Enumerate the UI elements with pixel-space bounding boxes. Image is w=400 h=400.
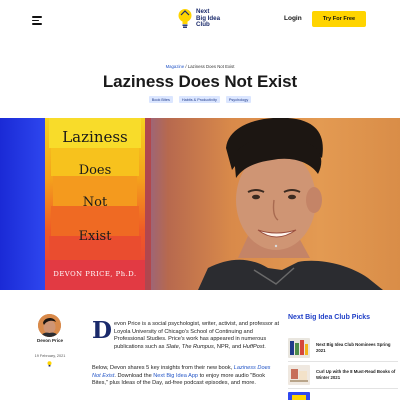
- site-logo[interactable]: Next Big Idea Club: [178, 8, 220, 30]
- tag-book-bites[interactable]: Book Bites: [148, 96, 173, 104]
- author-portrait-image: [198, 118, 383, 290]
- try-for-free-button[interactable]: Try For Free: [312, 11, 366, 27]
- book-word-1: Laziness: [62, 128, 128, 146]
- login-link[interactable]: Login: [284, 15, 302, 22]
- lightbulb-logo-icon: [178, 9, 192, 28]
- avatar-portrait-icon: [38, 314, 61, 337]
- book-cover-author: DEVON PRICE, Ph.D.: [53, 270, 136, 278]
- drop-cap: D: [92, 317, 112, 344]
- breadcrumb: Magazine / Laziness Does Not Exist: [0, 64, 400, 69]
- hamburger-menu-icon[interactable]: [32, 16, 42, 25]
- tag-psychology[interactable]: Psychology: [225, 96, 252, 104]
- publication-slate: Slate: [165, 344, 179, 351]
- breadcrumb-separator: /: [185, 64, 187, 69]
- para2-mid: . Download the: [114, 372, 154, 379]
- pick-thumbnail-image: [288, 392, 310, 400]
- pick-title[interactable]: Curl Up with the 8 Must-Read Books of Wi…: [316, 369, 396, 381]
- sidebar-pick-item[interactable]: [288, 392, 398, 400]
- pick-thumbnail-image: [288, 338, 310, 358]
- article-paragraph-2: Below, Devon shares 5 key insights from …: [92, 365, 278, 388]
- para1-sep2: , NPR, and: [213, 344, 243, 351]
- author-avatar[interactable]: [38, 314, 61, 337]
- sidebar-pick-item[interactable]: Next Big Idea Club Nominees Spring 2021: [288, 338, 398, 358]
- para1-end: .: [264, 344, 266, 351]
- breadcrumb-magazine-link[interactable]: Magazine: [166, 64, 185, 69]
- book-cover-image: Laziness Does Not Exist DEVON PRICE, Ph.…: [45, 118, 151, 290]
- article-tags: Book Bites Habits & Productivity Psychol…: [0, 96, 400, 104]
- sidebar-pick-item[interactable]: Curl Up with the 8 Must-Read Books of Wi…: [288, 365, 398, 385]
- sidebar-divider: [288, 361, 398, 362]
- logo-line-3: Club: [196, 21, 210, 29]
- para2-lead: Below, Devon shares 5 key insights from …: [92, 365, 234, 371]
- book-word-4: Exist: [79, 229, 113, 244]
- pick-title[interactable]: Next Big Idea Club Nominees Spring 2021: [316, 342, 396, 354]
- article-paragraph-1: evon Price is a social psychologist, wri…: [114, 321, 280, 352]
- lightbulb-icon: [47, 361, 52, 367]
- publication-huffpost: HuffPost: [242, 344, 265, 351]
- site-header: Next Big Idea Club Login Try For Free: [0, 0, 400, 44]
- book-word-2: Does: [79, 163, 112, 178]
- app-link[interactable]: Next Big Idea App: [153, 373, 198, 379]
- publication-the-rumpus: The Rumpus: [181, 344, 214, 351]
- post-date: 19 February, 2021: [34, 354, 66, 358]
- sidebar-title: Next Big Idea Club Picks: [288, 314, 371, 321]
- book-word-3: Not: [83, 195, 108, 210]
- tag-habits-productivity[interactable]: Habits & Productivity: [178, 96, 220, 104]
- logo-text: Next Big Idea Club: [196, 8, 220, 29]
- author-name[interactable]: Devon Price: [20, 338, 80, 343]
- breadcrumb-current: Laziness Does Not Exist: [187, 64, 235, 69]
- article-title: Laziness Does Not Exist: [102, 72, 298, 91]
- sidebar-divider: [288, 388, 398, 389]
- pick-thumbnail-image: [288, 365, 310, 385]
